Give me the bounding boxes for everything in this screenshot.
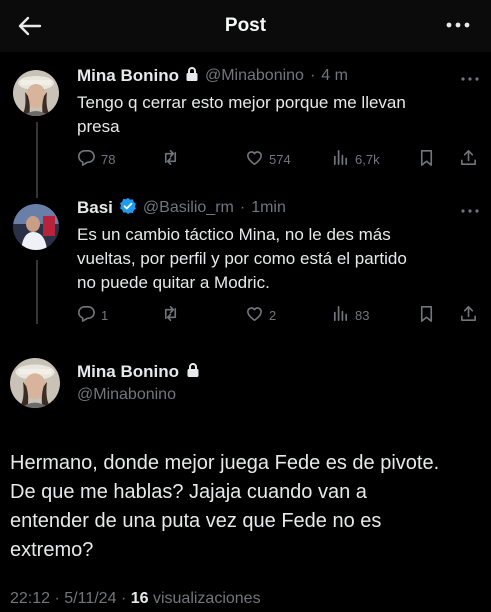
- reply-count: 1: [101, 307, 109, 323]
- post-text: Hermano, donde mejor juega Fede es de pi…: [10, 449, 485, 565]
- more-icon[interactable]: [443, 12, 473, 38]
- author-handle[interactable]: @Minabonino: [205, 67, 304, 85]
- bookmark-button[interactable]: [417, 304, 436, 326]
- share-icon: [459, 148, 478, 170]
- tweet-text-line: no puede quitar a Modric.: [77, 273, 270, 292]
- avatar[interactable]: [13, 204, 59, 250]
- like-icon: [245, 304, 264, 326]
- tweet-header: Mina Bonino @Minabonino · 4 m: [77, 64, 348, 88]
- repost-icon: [161, 148, 180, 170]
- like-button[interactable]: 2: [245, 304, 276, 326]
- like-icon: [245, 148, 264, 170]
- like-count: 2: [269, 307, 277, 323]
- tweet-header: Basi @Basilio_rm · 1min: [77, 196, 286, 220]
- dot-separator: ·: [54, 590, 65, 607]
- author-handle[interactable]: @Basilio_rm: [143, 199, 234, 217]
- tweet-text: Tengo q cerrar esto mejor porque me llev…: [77, 91, 477, 139]
- lock-icon: [185, 66, 199, 87]
- views-button[interactable]: 83: [331, 304, 369, 326]
- dot-separator: ·: [120, 590, 131, 607]
- views-count: 6,7k: [355, 151, 380, 167]
- thread-line: [36, 260, 38, 324]
- tweet-text: Es un cambio táctico Mina, no le des más…: [77, 223, 482, 295]
- author-handle[interactable]: @Minabonino: [77, 386, 176, 404]
- share-icon: [459, 304, 478, 326]
- tweet-text-line: vueltas, por perfil y por como está el p…: [77, 249, 407, 268]
- tweet-actions: 1 2 83: [77, 304, 477, 326]
- share-button[interactable]: [459, 304, 478, 326]
- tweet-time[interactable]: 1min: [251, 199, 286, 217]
- share-button[interactable]: [459, 148, 478, 170]
- post-text-line: entender de una puta vez que Fede no es: [10, 510, 382, 532]
- author-name[interactable]: Mina Bonino: [77, 362, 179, 382]
- post-date: 5/11/24: [64, 590, 117, 607]
- views-count: 83: [355, 307, 370, 323]
- reply-count: 78: [101, 151, 116, 167]
- author-name[interactable]: Basi: [77, 198, 113, 218]
- post-time: 22:12: [10, 590, 51, 607]
- tweet-text-line: Tengo q cerrar esto mejor porque me llev…: [77, 93, 406, 112]
- post-header: Mina Bonino: [77, 360, 200, 384]
- tweet-actions: 78 574 6,7k: [77, 148, 477, 170]
- reply-icon: [77, 148, 96, 170]
- tweet-time[interactable]: 4 m: [321, 67, 348, 85]
- repost-button[interactable]: [161, 304, 185, 326]
- tweet-more-icon[interactable]: [460, 203, 480, 213]
- bookmark-icon: [417, 304, 436, 326]
- dot-separator: ·: [309, 67, 316, 84]
- post-text-line: extremo?: [10, 539, 94, 561]
- avatar[interactable]: [10, 358, 60, 408]
- bookmark-button[interactable]: [417, 148, 436, 170]
- thread-line: [36, 122, 38, 198]
- like-count: 574: [269, 151, 291, 167]
- views-button[interactable]: 6,7k: [331, 148, 380, 170]
- reply-button[interactable]: 78: [77, 148, 115, 170]
- tweet-text-line: presa: [77, 117, 120, 136]
- tweet-text-line: Es un cambio táctico Mina, no le des más: [77, 225, 391, 244]
- author-name[interactable]: Mina Bonino: [77, 66, 179, 86]
- repost-icon: [161, 304, 180, 326]
- post-text-line: De que me hablas? Jajaja cuando van a: [10, 481, 367, 503]
- post-text-line: Hermano, donde mejor juega Fede es de pi…: [10, 452, 440, 474]
- dot-separator: ·: [239, 199, 246, 216]
- page-title: Post: [224, 15, 267, 36]
- post-views-count: 16: [130, 590, 149, 607]
- reply-button[interactable]: 1: [77, 304, 108, 326]
- verified-icon: [119, 197, 137, 220]
- post-meta: 22:12 · 5/11/24 · 16 visualizaciones: [10, 590, 261, 608]
- post-views-label: visualizaciones: [152, 590, 261, 607]
- views-icon: [331, 148, 350, 170]
- like-button[interactable]: 574: [245, 148, 291, 170]
- avatar[interactable]: [13, 70, 59, 116]
- lock-icon: [186, 362, 200, 383]
- repost-button[interactable]: [161, 148, 185, 170]
- tweet-more-icon[interactable]: [460, 71, 480, 81]
- views-icon: [331, 304, 350, 326]
- bookmark-icon: [417, 148, 436, 170]
- reply-icon: [77, 304, 96, 326]
